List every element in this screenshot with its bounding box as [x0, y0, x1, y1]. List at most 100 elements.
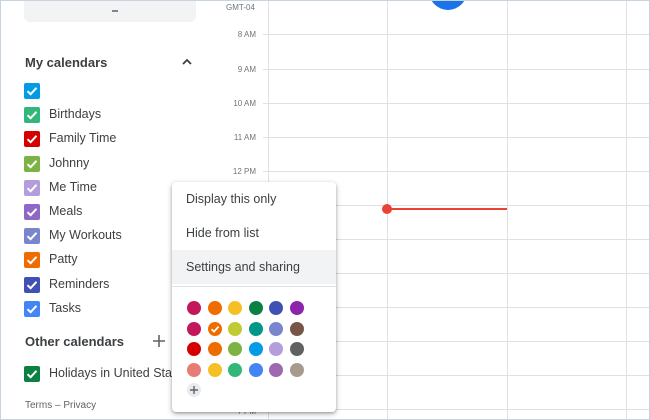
- hour-line: [263, 137, 650, 138]
- calendar-item-birthdays[interactable]: Birthdays: [24, 103, 196, 127]
- calendar-item-family-time[interactable]: Family Time: [24, 127, 196, 151]
- calendar-checkbox[interactable]: [24, 83, 40, 99]
- add-calendar-icon[interactable]: [152, 334, 166, 348]
- my-calendars-heading[interactable]: My calendars: [25, 55, 107, 70]
- hour-label: 10 AM: [233, 99, 256, 108]
- color-swatch[interactable]: [228, 342, 242, 356]
- check-icon: [26, 135, 38, 145]
- check-icon: [26, 183, 38, 193]
- hour-label: 12 PM: [232, 167, 256, 176]
- color-swatch[interactable]: [269, 322, 283, 336]
- calendar-item-tasks[interactable]: Tasks: [24, 297, 196, 321]
- hour-line: [263, 103, 650, 104]
- check-icon: [26, 370, 38, 379]
- calendar-label: Patty: [49, 252, 78, 267]
- plus-icon: [190, 386, 198, 394]
- calendar-item-patty[interactable]: Patty: [24, 248, 196, 272]
- color-swatch[interactable]: [208, 342, 222, 356]
- calendar-label: Tasks: [49, 300, 81, 315]
- color-swatch[interactable]: [187, 342, 201, 356]
- calendar-item-johnny[interactable]: Johnny: [24, 152, 196, 176]
- calendar-checkbox[interactable]: [24, 276, 40, 293]
- timezone-label: GMT-04: [226, 3, 255, 12]
- calendar-checkbox[interactable]: [24, 228, 40, 245]
- chevron-up-icon[interactable]: [180, 55, 194, 69]
- calendar-label: My Workouts: [49, 228, 122, 243]
- grid-column-line: [626, 0, 627, 420]
- calendar-item-me-time[interactable]: Me Time: [24, 176, 196, 200]
- check-icon: [26, 304, 38, 314]
- color-swatch[interactable]: [290, 363, 304, 377]
- color-swatch[interactable]: [269, 363, 283, 377]
- check-icon: [26, 208, 38, 217]
- check-icon: [26, 87, 38, 96]
- color-swatch[interactable]: [269, 301, 283, 315]
- menu-divider: [172, 286, 336, 287]
- add-custom-color-button[interactable]: [187, 383, 201, 397]
- hour-label: 9 AM: [237, 65, 256, 74]
- color-swatch[interactable]: [187, 363, 201, 377]
- color-swatch[interactable]: [290, 322, 304, 336]
- color-swatch[interactable]: [187, 301, 201, 315]
- calendar-checkbox[interactable]: [24, 155, 40, 172]
- calendar-item-reminders[interactable]: Reminders: [24, 273, 196, 297]
- placeholder-fragment: [112, 10, 118, 12]
- hour-label: 8 AM: [237, 30, 256, 39]
- calendar-item-meals[interactable]: Meals: [24, 200, 196, 224]
- calendar-checkbox[interactable]: [24, 179, 40, 196]
- calendar-checkbox[interactable]: [24, 107, 40, 124]
- color-swatch[interactable]: [249, 301, 263, 315]
- display-this-only-item[interactable]: Display this only: [172, 182, 336, 216]
- check-icon: [26, 159, 38, 169]
- calendar-checkbox[interactable]: [24, 366, 40, 382]
- color-swatch[interactable]: [228, 363, 242, 377]
- color-swatch[interactable]: [249, 363, 263, 377]
- calendar-checkbox[interactable]: [24, 300, 40, 317]
- menu-item-label: Display this only: [186, 192, 277, 206]
- menu-item-label: Hide from list: [186, 226, 259, 240]
- calendar-label: Birthdays: [49, 107, 102, 122]
- menu-item-label: Settings and sharing: [186, 260, 300, 274]
- check-icon: [26, 280, 38, 290]
- color-swatch[interactable]: [208, 363, 222, 377]
- calendar-checkbox[interactable]: [24, 131, 40, 148]
- current-time-dot: [382, 204, 392, 214]
- hour-line: [263, 69, 650, 70]
- color-swatch[interactable]: [208, 322, 222, 336]
- calendar-label: Holidays in United States: [49, 366, 189, 380]
- check-icon: [210, 326, 220, 333]
- calendar-label: Family Time: [49, 131, 117, 146]
- calendar-item-my-workouts[interactable]: My Workouts: [24, 224, 196, 248]
- hide-from-list-item[interactable]: Hide from list: [172, 216, 336, 250]
- color-swatch[interactable]: [228, 301, 242, 315]
- terms-privacy-links[interactable]: Terms – Privacy: [25, 400, 96, 411]
- search-people-input[interactable]: [24, 0, 196, 22]
- calendar-label: Johnny: [49, 155, 90, 170]
- settings-and-sharing-item[interactable]: Settings and sharing: [172, 250, 336, 284]
- calendar-label: Meals: [49, 204, 83, 218]
- check-icon: [26, 232, 38, 241]
- hour-line: [263, 34, 650, 35]
- grid-column-line: [507, 0, 508, 420]
- color-swatch[interactable]: [269, 342, 283, 356]
- color-swatch[interactable]: [290, 342, 304, 356]
- hour-label: 11 AM: [233, 133, 256, 142]
- color-swatch[interactable]: [249, 342, 263, 356]
- check-icon: [26, 256, 38, 266]
- color-swatch[interactable]: [228, 322, 242, 336]
- check-icon: [26, 111, 38, 120]
- color-swatch[interactable]: [290, 301, 304, 315]
- calendar-options-menu: Display this only Hide from list Setting…: [172, 182, 336, 412]
- calendar-item-holidays-in-united-states[interactable]: Holidays in United States: [24, 362, 196, 386]
- calendar-checkbox[interactable]: [24, 204, 40, 220]
- current-time-line: [387, 208, 507, 210]
- calendar-item-unnamed[interactable]: [24, 79, 196, 103]
- hour-line: [263, 171, 650, 172]
- color-swatch[interactable]: [208, 301, 222, 315]
- color-swatch[interactable]: [187, 322, 201, 336]
- calendar-checkbox[interactable]: [24, 252, 40, 269]
- current-day-indicator[interactable]: [429, 0, 467, 10]
- calendar-label: Me Time: [49, 179, 97, 194]
- other-calendars-heading[interactable]: Other calendars: [25, 334, 124, 349]
- color-swatch[interactable]: [249, 322, 263, 336]
